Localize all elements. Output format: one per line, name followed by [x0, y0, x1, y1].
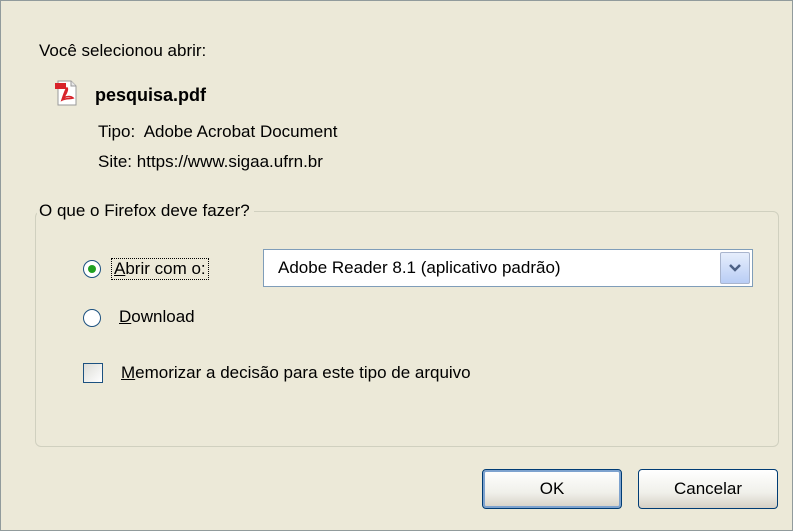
- file-site-row: Site: https://www.sigaa.ufrn.br: [98, 152, 323, 172]
- action-groupbox-legend: O que o Firefox deve fazer?: [37, 201, 254, 221]
- open-with-radio[interactable]: [83, 260, 101, 278]
- ok-button-label: OK: [539, 479, 565, 498]
- file-row: pesquisa.pdf: [55, 80, 206, 111]
- application-select-value: Adobe Reader 8.1 (aplicativo padrão): [278, 258, 561, 277]
- download-mnemonic: D: [119, 307, 132, 326]
- open-with-label-text: brir com o:: [125, 259, 206, 278]
- download-radio[interactable]: [83, 309, 101, 327]
- file-type-row: Tipo: Adobe Acrobat Document: [98, 122, 337, 142]
- cancel-button[interactable]: Cancelar: [638, 469, 778, 509]
- file-type-value: Adobe Acrobat Document: [143, 122, 338, 141]
- dropdown-button[interactable]: [720, 252, 750, 284]
- open-with-mnemonic: A: [114, 259, 126, 278]
- download-label-text: ownload: [131, 307, 195, 326]
- remember-mnemonic: M: [121, 363, 136, 382]
- radio-selected-dot: [88, 265, 96, 273]
- action-groupbox: [35, 211, 779, 447]
- open-file-dialog: Você selecionou abrir: pesquisa.pdf Tipo…: [0, 0, 793, 531]
- cancel-button-label: Cancelar: [673, 479, 743, 498]
- intro-text: Você selecionou abrir:: [39, 41, 207, 60]
- file-type-label: Tipo:: [98, 122, 136, 141]
- download-label[interactable]: Download: [119, 307, 195, 327]
- file-site-label: Site:: [98, 152, 133, 171]
- file-name: pesquisa.pdf: [95, 85, 207, 105]
- ok-button[interactable]: OK: [482, 469, 622, 509]
- chevron-down-icon: [729, 264, 741, 272]
- remember-label-text: emorizar a decisão para este tipo de arq…: [135, 363, 471, 382]
- file-site-value: https://www.sigaa.ufrn.br: [136, 152, 323, 171]
- application-select[interactable]: Adobe Reader 8.1 (aplicativo padrão): [263, 249, 753, 287]
- remember-decision-checkbox[interactable]: [83, 363, 103, 383]
- remember-decision-label[interactable]: Memorizar a decisão para este tipo de ar…: [121, 363, 471, 383]
- open-with-label[interactable]: Abrir com o:: [111, 258, 209, 280]
- pdf-file-icon: [55, 80, 95, 111]
